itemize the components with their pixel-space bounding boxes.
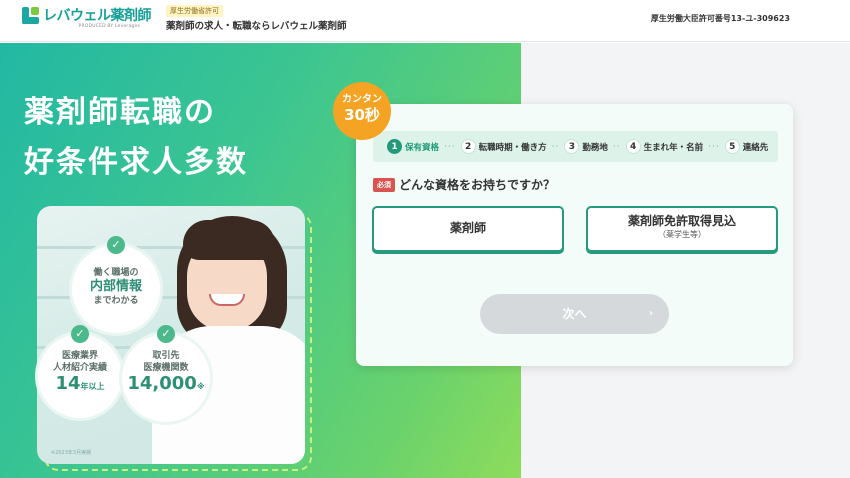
bubble-highlight: 内部情報	[89, 279, 142, 294]
step-separator: ··	[551, 141, 560, 152]
option-pharmacy-student-button[interactable]: 薬剤師免許取得見込 （薬学生等）	[586, 206, 778, 252]
headline-line-1: 薬剤師転職の	[24, 95, 216, 130]
step-4: 4 生まれ年・名前	[625, 139, 703, 154]
required-badge: 必須	[373, 178, 395, 192]
step-separator: ···	[444, 141, 456, 152]
step-5: 5 連絡先	[724, 139, 768, 154]
bubble-number: 14年以上	[38, 374, 122, 397]
check-icon: ✓	[107, 236, 125, 254]
check-icon: ✓	[157, 325, 175, 343]
bubble-text: までわかる	[93, 296, 139, 306]
next-label: 次へ	[562, 307, 587, 321]
logo-subtext: PRODUCED BY Leverages	[78, 24, 140, 29]
license-number: 厚生労働大臣許可番号13-ユ-309623	[650, 14, 790, 23]
bubble-value: 14	[55, 373, 81, 394]
badge-line-1: カンタン	[342, 94, 382, 105]
header-tagline: 薬剤師の求人・転職ならレバウェル薬剤師	[166, 21, 347, 32]
option-label: 薬剤師免許取得見込	[627, 214, 736, 228]
option-pharmacist-button[interactable]: 薬剤師	[372, 206, 564, 252]
next-button[interactable]: 次へ ›	[480, 294, 669, 334]
step-separator: ··	[612, 141, 621, 152]
step-1: 1 保有資格	[387, 139, 439, 154]
feature-bubble-track-record: ✓ 医療業界 人材紹介実績 14年以上	[38, 325, 122, 418]
bubble-text: 取引先	[152, 351, 180, 361]
question-text: どんな資格をお持ちですか？	[399, 178, 556, 192]
bubble-unit: ※	[196, 382, 205, 391]
license-badge: 厚生労働省許可	[166, 5, 223, 17]
bubble-text: 医療業界	[61, 351, 98, 361]
feature-bubble-inside-info: ✓ 働く職場の 内部情報 までわかる	[72, 236, 160, 333]
step-3: 3 勤務地	[564, 139, 608, 154]
step-2: 2 転職時期・働き方	[460, 139, 547, 154]
step-separator: ···	[708, 141, 720, 152]
progress-steps: 1 保有資格 ··· 2 転職時期・働き方 ·· 3 勤務地 ·· 4 生まれ年…	[373, 131, 778, 162]
option-sublabel: （薬学生等）	[658, 230, 706, 239]
bubble-unit: 年以上	[80, 382, 105, 391]
headline-line-2: 好条件求人多数	[24, 145, 248, 180]
bubble-text: 働く職場の	[93, 268, 139, 278]
feature-bubble-partners: ✓ 取引先 医療機関数 14,000※	[122, 325, 210, 422]
chevron-right-icon: ›	[648, 308, 653, 319]
easy-30sec-badge: カンタン 30秒	[333, 82, 391, 140]
bubble-value: 14,000	[127, 373, 197, 394]
logo-text: レバウェル薬剤師	[43, 7, 152, 24]
photo-footnote: ※2023年3月実績	[51, 450, 92, 456]
logo-mark-icon	[22, 7, 39, 24]
badge-line-2: 30秒	[344, 106, 380, 124]
site-header: レバウェル薬剤師 PRODUCED BY Leverages 厚生労働省許可 薬…	[0, 0, 850, 42]
bubble-number: 14,000※	[122, 374, 210, 397]
check-icon: ✓	[71, 325, 89, 343]
site-logo[interactable]: レバウェル薬剤師	[22, 7, 152, 24]
hero-headline: 薬剤師転職の 好条件求人多数	[24, 88, 248, 188]
option-label: 薬剤師	[449, 221, 486, 235]
